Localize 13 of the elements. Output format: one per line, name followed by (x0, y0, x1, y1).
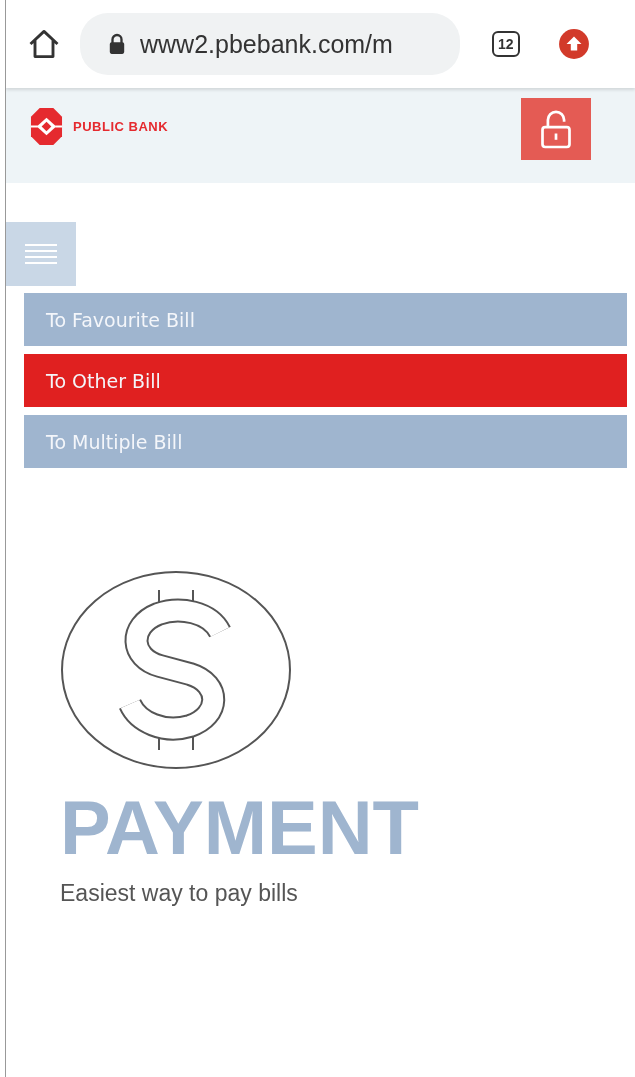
url-text: www2.pbebank.com/m (140, 29, 393, 59)
logout-button[interactable] (521, 97, 591, 160)
lock-icon (108, 33, 126, 55)
unlocked-padlock-icon (538, 108, 574, 149)
tagline: Easiest way to pay bills (60, 880, 299, 907)
dollar-coin-icon (60, 570, 292, 770)
address-bar[interactable]: www2.pbebank.com/m (80, 13, 460, 75)
menu-icon (25, 243, 57, 265)
bill-menu-item[interactable]: To Other Bill (24, 354, 627, 407)
brand-name: PUBLIC BANK (73, 119, 169, 134)
payment-title: PAYMENT (60, 790, 420, 866)
tab-count-button[interactable]: 12 (492, 31, 520, 57)
bank-logo-icon (30, 107, 63, 146)
